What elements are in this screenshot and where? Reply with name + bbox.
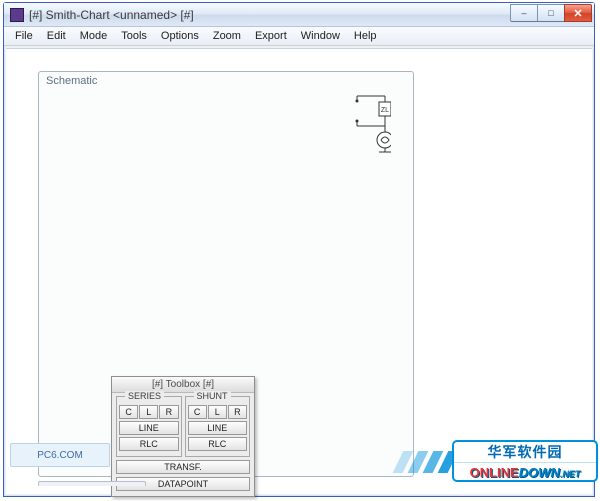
menu-mode[interactable]: Mode	[73, 28, 115, 44]
bottom-tab[interactable]	[38, 481, 146, 486]
client-area: Schematic	[6, 48, 592, 494]
shunt-c-button[interactable]: C	[188, 405, 207, 419]
menu-help[interactable]: Help	[347, 28, 384, 44]
schematic-circuit: ZL	[351, 92, 391, 156]
menu-options[interactable]: Options	[154, 28, 206, 44]
window-controls: – □ ✕	[511, 4, 592, 22]
titlebar[interactable]: [#] Smith-Chart <unnamed> [#] – □ ✕	[4, 3, 594, 27]
menu-file[interactable]: File	[8, 28, 40, 44]
menu-export[interactable]: Export	[248, 28, 294, 44]
series-group: SERIES C L R LINE RLC	[116, 396, 182, 457]
shunt-line-button[interactable]: LINE	[188, 421, 248, 435]
series-line-button[interactable]: LINE	[119, 421, 179, 435]
watermark-logo: 华军软件园 ONLINEDOWN.NET	[452, 440, 598, 482]
watermark-cn-text: 华军软件园	[454, 442, 596, 463]
close-button[interactable]: ✕	[564, 4, 592, 22]
toolbox-window[interactable]: [#] Toolbox [#] SERIES C L R LINE RLC	[111, 376, 255, 497]
window-title: [#] Smith-Chart <unnamed> [#]	[29, 8, 194, 22]
series-c-button[interactable]: C	[119, 405, 138, 419]
shunt-rlc-button[interactable]: RLC	[188, 437, 248, 451]
menu-zoom[interactable]: Zoom	[206, 28, 248, 44]
schematic-title: Schematic	[46, 75, 97, 87]
shunt-group: SHUNT C L R LINE RLC	[185, 396, 251, 457]
series-l-button[interactable]: L	[139, 405, 158, 419]
watermark-left: PC6.COM	[10, 443, 110, 467]
shunt-l-button[interactable]: L	[208, 405, 227, 419]
load-impedance-label: ZL	[381, 107, 389, 114]
menu-window[interactable]: Window	[294, 28, 347, 44]
watermark-en-text: ONLINEDOWN.NET	[454, 463, 596, 482]
shunt-label: SHUNT	[194, 391, 231, 401]
series-r-button[interactable]: R	[159, 405, 178, 419]
minimize-button[interactable]: –	[510, 4, 538, 22]
menu-edit[interactable]: Edit	[40, 28, 73, 44]
app-window: [#] Smith-Chart <unnamed> [#] – □ ✕ File…	[3, 2, 595, 497]
series-label: SERIES	[125, 391, 164, 401]
schematic-panel[interactable]: Schematic	[38, 71, 414, 477]
shunt-r-button[interactable]: R	[228, 405, 247, 419]
transf-button[interactable]: TRANSF.	[116, 460, 250, 474]
app-icon	[10, 8, 24, 22]
menu-bar: File Edit Mode Tools Options Zoom Export…	[4, 27, 594, 46]
maximize-button[interactable]: □	[537, 4, 565, 22]
menu-tools[interactable]: Tools	[114, 28, 154, 44]
series-rlc-button[interactable]: RLC	[119, 437, 179, 451]
watermark-right: 华军软件园 ONLINEDOWN.NET	[424, 437, 600, 485]
